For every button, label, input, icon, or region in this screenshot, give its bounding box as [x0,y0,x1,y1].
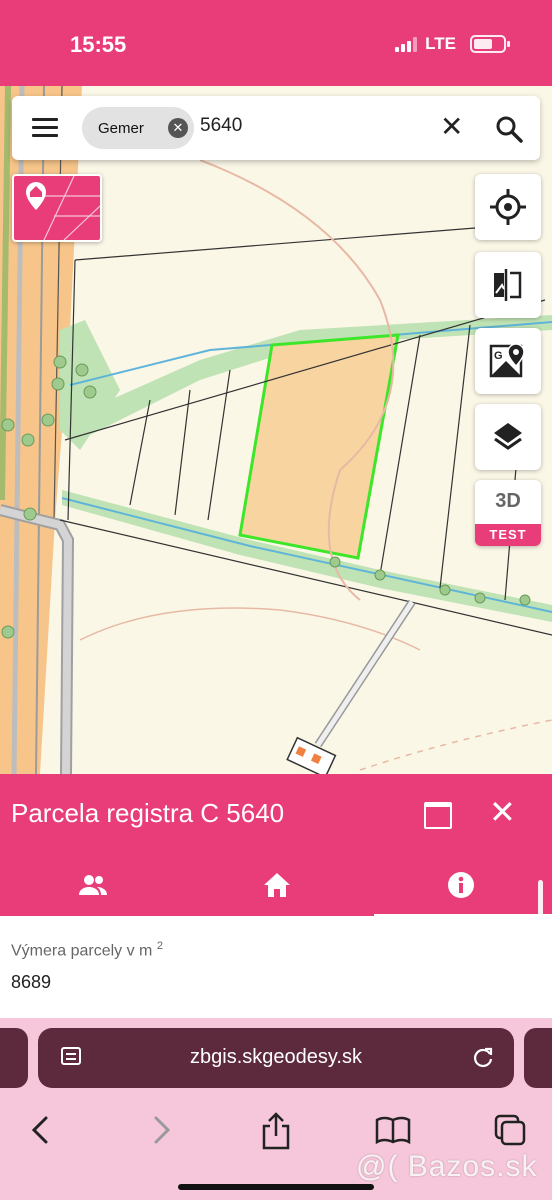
status-indicators: LTE [395,34,510,54]
clear-search-icon[interactable]: ✕ [440,112,463,142]
area-label: Výmera parcely v m 2 [11,940,163,960]
tab-owners[interactable] [0,854,184,916]
google-maps-button[interactable]: G [475,328,541,394]
layers-button[interactable] [475,404,541,470]
bookmarks-icon[interactable] [374,1112,412,1148]
panel-title: Parcela registra C 5640 [11,798,285,828]
parcel-info-panel: Parcela registra C 5640 ✕ [0,774,552,917]
compare-icon [494,269,522,301]
network-label: LTE [425,34,456,53]
reload-icon[interactable] [470,1044,496,1070]
crosshair-icon [490,189,526,225]
chip-remove-icon[interactable]: ✕ [168,118,188,138]
parcel-details: Výmera parcely v m 2 8689 [0,916,552,1020]
share-icon[interactable] [260,1112,292,1152]
bazos-watermark: @( Bazos.sk [356,1150,538,1183]
panel-tabs [0,854,552,916]
home-indicator [178,1184,374,1190]
close-panel-icon[interactable]: ✕ [489,794,516,830]
signal-icon [395,36,418,52]
location-pin-icon [26,176,100,240]
panel-scrollbar[interactable] [538,880,543,942]
3d-label: 3D [495,490,521,512]
back-icon[interactable] [28,1112,54,1148]
url-text: zbgis.skgeodesy.sk [190,1046,362,1068]
search-bar: Gemer ✕ 5640 ✕ [12,96,540,160]
next-tab-preview[interactable] [524,1028,552,1088]
info-icon [448,872,474,898]
people-icon [79,875,107,895]
tab-parcel[interactable] [184,854,368,916]
compare-maps-button[interactable] [475,252,541,318]
forward-icon[interactable] [148,1112,174,1148]
region-chip-label: Gemer [98,119,144,137]
parcel-layer-thumbnail[interactable] [12,174,102,242]
battery-icon [470,35,510,53]
map-pin-icon: G [489,343,525,378]
hamburger-menu-icon[interactable] [32,118,58,138]
3d-view-button[interactable]: 3D TEST [475,480,541,546]
test-badge: TEST [475,524,541,546]
status-bar: 15:55 LTE [0,0,552,86]
region-filter-chip[interactable]: Gemer ✕ [82,107,194,149]
my-location-button[interactable] [475,174,541,240]
search-input[interactable]: 5640 [200,115,242,137]
tab-info[interactable] [368,854,552,916]
search-icon[interactable] [494,114,524,144]
previous-tab-preview[interactable] [0,1028,28,1088]
status-time: 15:55 [70,32,127,57]
tabs-icon[interactable] [492,1112,528,1148]
svg-text:G: G [494,350,503,362]
address-bar[interactable]: zbgis.skgeodesy.sk [38,1028,514,1088]
maximize-icon[interactable] [424,802,452,829]
home-icon [264,873,290,897]
layers-icon [494,423,522,450]
area-value: 8689 [11,972,52,992]
